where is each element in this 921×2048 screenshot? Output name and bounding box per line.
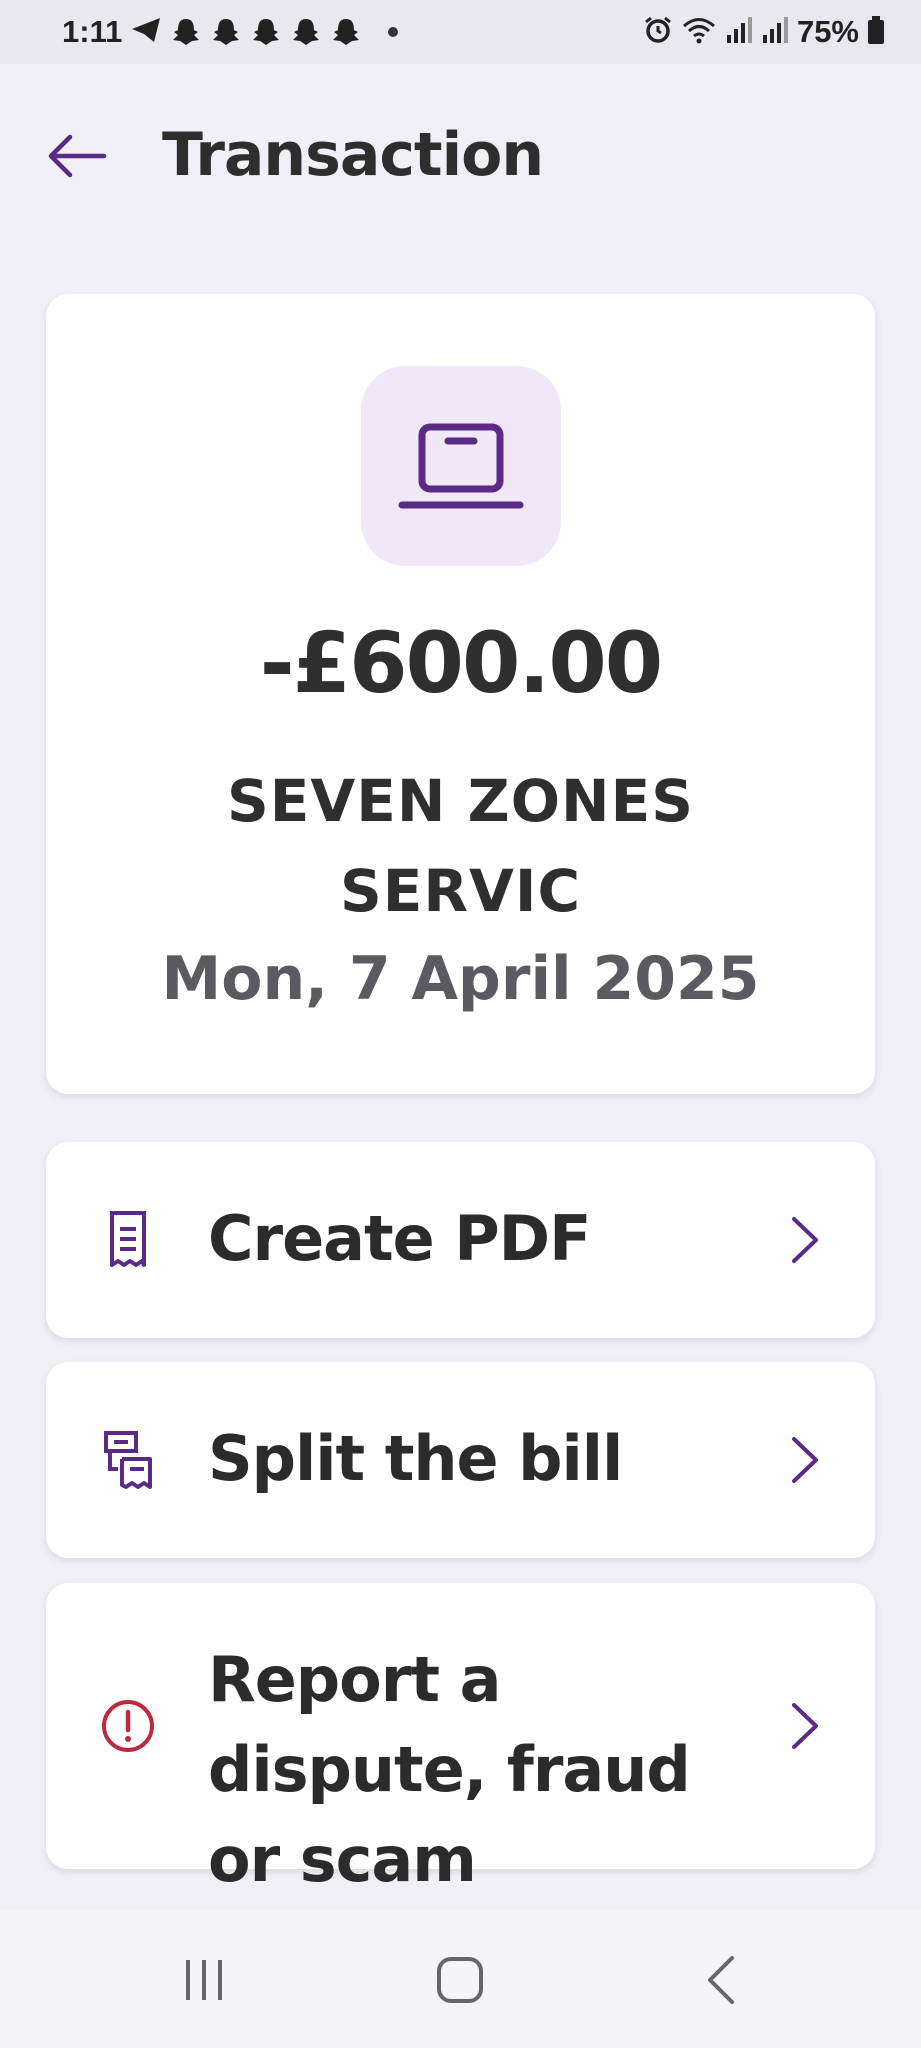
transaction-date: Mon, 7 April 2025 (161, 944, 760, 1014)
chevron-right-icon (785, 1430, 825, 1490)
battery-icon (867, 15, 885, 50)
notification-dot-icon (388, 27, 399, 37)
chevron-left-icon (708, 1956, 734, 2004)
chevron-right-icon (785, 1210, 825, 1270)
back-button[interactable] (42, 128, 112, 184)
snapchat-icon (290, 17, 322, 47)
alarm-icon (643, 15, 673, 50)
status-left: 1:11 (62, 14, 399, 50)
alert-circle-icon (98, 1696, 158, 1756)
transaction-screen: 1:11 75% Transaction -£600.00 SEVEN ZONE… (0, 0, 921, 2048)
split-receipt-icon (98, 1430, 158, 1490)
snapchat-icon (210, 17, 242, 47)
laptop-icon (398, 423, 524, 509)
telegram-icon (130, 16, 162, 49)
status-right: 75% (643, 14, 885, 50)
recent-apps-button[interactable] (164, 1950, 244, 2010)
create-pdf-label: Create PDF (208, 1202, 591, 1275)
snapchat-icon (170, 17, 202, 47)
page-title: Transaction (162, 120, 544, 190)
chevron-right-icon (785, 1696, 825, 1756)
status-bar: 1:11 75% (0, 0, 921, 64)
receipt-icon (98, 1210, 158, 1270)
signal-icon (725, 15, 753, 50)
split-the-bill-label: Split the bill (208, 1422, 623, 1495)
merchant-category-badge (361, 366, 561, 566)
recent-apps-icon (186, 1960, 222, 2000)
status-time: 1:11 (62, 14, 123, 49)
arrow-left-icon (48, 134, 107, 178)
transaction-amount: -£600.00 (259, 614, 663, 712)
home-button[interactable] (420, 1950, 500, 2010)
report-dispute-button[interactable]: Report a dispute, fraud or scam (46, 1583, 875, 1896)
snapchat-icon (250, 17, 282, 47)
create-pdf-button[interactable]: Create PDF (46, 1142, 875, 1338)
transaction-summary-card: -£600.00 SEVEN ZONES SERVIC Mon, 7 April… (46, 294, 875, 1094)
battery-percent: 75% (796, 14, 859, 49)
signal-icon (761, 15, 789, 50)
report-dispute-label: Report a dispute, fraud or scam (208, 1643, 691, 1896)
top-app-bar: Transaction (0, 90, 921, 220)
system-back-button[interactable] (680, 1950, 760, 2010)
wifi-icon (681, 15, 717, 50)
snapchat-icon (330, 17, 362, 47)
split-the-bill-button[interactable]: Split the bill (46, 1362, 875, 1558)
system-navigation-bar (0, 1910, 921, 2048)
home-icon (437, 1957, 483, 2003)
merchant-name: SEVEN ZONES SERVIC (227, 767, 694, 925)
